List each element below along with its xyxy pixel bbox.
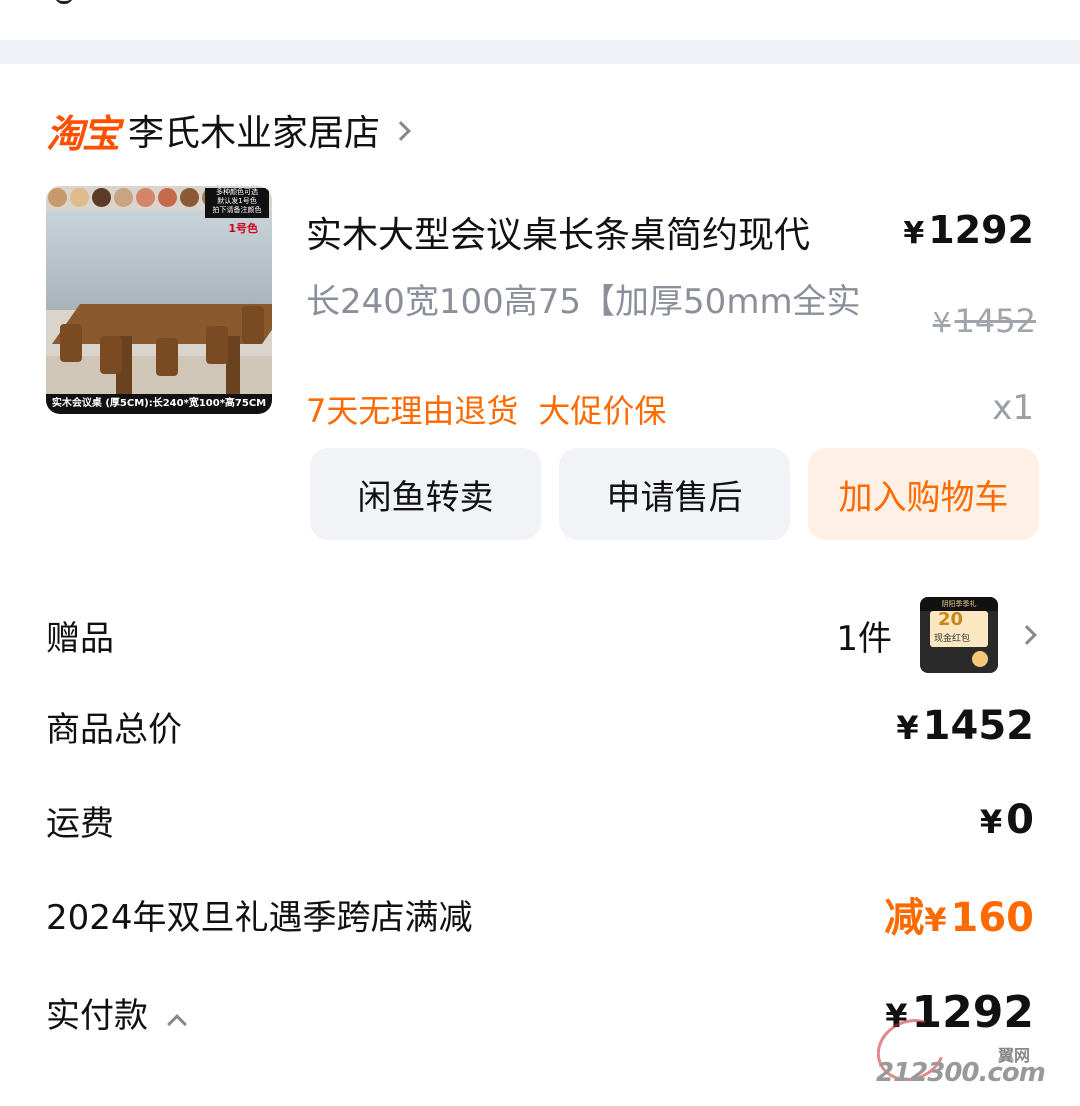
watermark: 翼网 212300.com [866,1000,1050,1100]
back-icon[interactable] [55,0,73,4]
image-chair [60,324,82,362]
service-tag-return: 7天无理由退货 [306,392,519,430]
item-price: ¥1292 [903,208,1034,252]
item-actions: 闲鱼转卖 申请售后 加入购物车 [310,448,1039,540]
total-label: 商品总价 [46,709,182,750]
gift-image: 阴阳季季礼 20 现金红包 [920,597,998,673]
top-bar [0,0,1080,40]
add-to-cart-button[interactable]: 加入购物车 [808,448,1039,540]
item-spec[interactable]: 长240宽100高75【加厚50mm全实 [306,280,866,324]
image-chair [242,306,264,344]
total-value: ¥1452 [896,703,1034,749]
gift-row[interactable]: 赠品 1件 阴阳季季礼 20 现金红包 [46,597,1037,673]
item-original-price-value: 1452 [954,302,1036,340]
color-swatch [70,188,89,207]
discount-prefix: 减 [884,895,925,941]
currency-symbol: ¥ [979,803,1003,841]
image-promo-line: 多种颜色可选 [216,188,258,196]
item-quantity: x1 [992,388,1034,428]
resell-button[interactable]: 闲鱼转卖 [310,448,541,540]
currency-symbol: ¥ [896,709,919,747]
color-swatch [158,188,177,207]
image-caption: 实木会议桌 (厚5CM):长240*宽100*高75CM [46,394,272,414]
promotion-row: 2024年双旦礼遇季跨店满减 减¥ 160 [46,884,1034,944]
watermark-domain: 212300.com [876,1058,1046,1088]
color-swatch [92,188,111,207]
promotion-label: 2024年双旦礼遇季跨店满减 [46,897,473,938]
color-swatch [48,188,67,207]
color-swatch [136,188,155,207]
gift-label: 赠品 [46,618,114,659]
shop-header[interactable]: 淘宝 李氏木业家居店 [46,104,411,156]
service-tags: 7天无理由退货 大促价保 [306,386,666,432]
gift-amount: 20 [938,609,964,630]
image-chair [206,326,228,364]
after-sales-button[interactable]: 申请售后 [559,448,790,540]
image-promo-box: 多种颜色可选 默认发1号色 拍下请备注颜色 [205,188,269,218]
currency-symbol: ¥ [932,306,951,339]
discount-amount: 160 [950,895,1035,941]
color-swatch [180,188,199,207]
chevron-right-icon [391,121,411,141]
color-swatches [48,188,221,207]
paid-label[interactable]: 实付款 [46,988,187,1037]
currency-symbol: ¥ [924,901,947,939]
image-chair [156,338,178,376]
shop-name[interactable]: 李氏木业家居店 [128,104,380,156]
chevron-right-icon [1017,625,1037,645]
total-amount: 1452 [922,703,1034,749]
image-chair [100,336,122,374]
service-tag-price-protect: 大促价保 [538,392,667,430]
paid-label-text: 实付款 [46,995,148,1036]
image-promo-line: 拍下请备注颜色 [212,206,262,214]
total-row: 商品总价 ¥1452 [46,696,1034,756]
shipping-label: 运费 [46,803,114,844]
gift-label-text: 现金红包 [934,634,971,644]
image-promo-line: 默认发1号色 [217,197,257,205]
item-price-value: 1292 [928,208,1034,252]
image-color-tag: 1号色 [228,222,258,235]
promotion-value: 减¥ 160 [884,885,1034,943]
shipping-amount: 0 [1006,797,1034,843]
gift-claim-icon [972,651,988,667]
image-table-leg [226,336,240,396]
shipping-row: 运费 ¥0 [46,790,1034,850]
item-title[interactable]: 实木大型会议桌长条桌简约现代 [306,206,810,258]
currency-symbol: ¥ [903,216,925,251]
item-original-price: ¥1452 [933,302,1036,340]
gift-detail[interactable]: 1件 阴阳季季礼 20 现金红包 [836,597,1037,673]
gift-count: 1件 [836,618,892,659]
shipping-value: ¥0 [980,797,1034,843]
section-divider [0,40,1080,64]
taobao-logo: 淘宝 [46,111,120,156]
chevron-up-icon[interactable] [167,1013,187,1034]
color-swatch [114,188,133,207]
product-image[interactable]: 多种颜色可选 默认发1号色 拍下请备注颜色 1号色 实木会议桌 (厚5CM):长… [46,186,272,414]
